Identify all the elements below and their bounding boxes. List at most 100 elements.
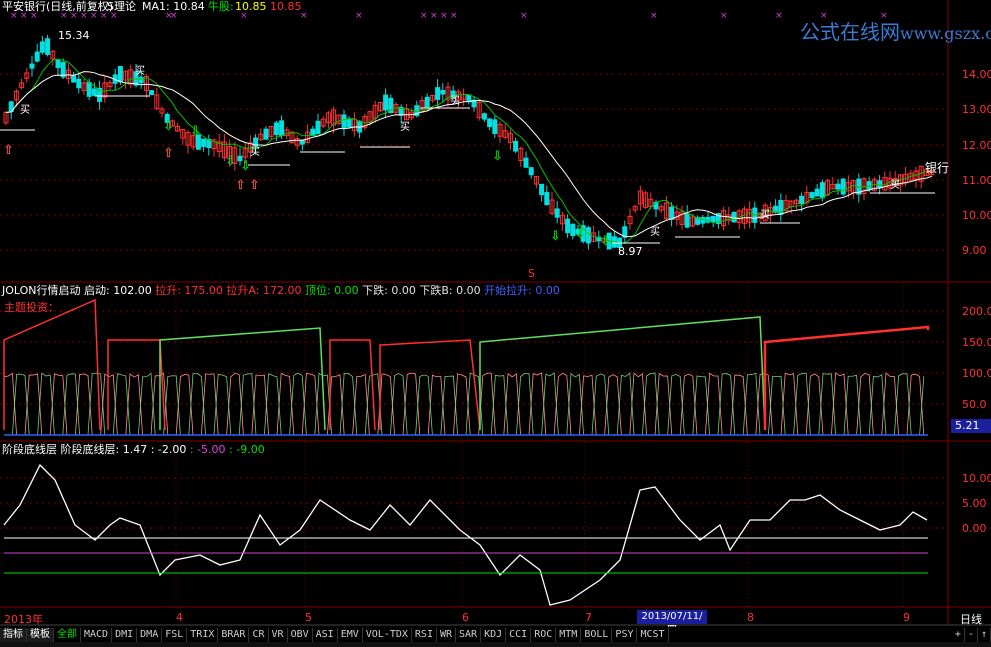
date-m9: 9 <box>903 611 910 624</box>
tab-wr[interactable]: WR <box>437 627 457 642</box>
watermark: 公式在线网www.gszx.cn <box>800 20 991 44</box>
price-axis-12: 12.00 <box>962 139 991 152</box>
nav-button-2[interactable]: ↑ <box>978 627 991 642</box>
tab-mtm[interactable]: MTM <box>556 627 582 642</box>
down-arrow-icon: ⇩ <box>240 159 251 174</box>
nav-button-0[interactable]: + <box>952 627 965 642</box>
panel2-item-2: 拉升A: 172.00 <box>222 284 302 297</box>
tab-fsl[interactable]: FSL <box>162 627 188 642</box>
buy-label: 买 <box>250 146 260 158</box>
bull-value-2: 10.85 <box>270 0 302 13</box>
panel3-axis-10: 10.00 <box>962 472 991 485</box>
period-label[interactable]: 日线 <box>960 611 982 627</box>
tab-dmi[interactable]: DMI <box>112 627 138 642</box>
tab-sar[interactable]: SAR <box>456 627 482 642</box>
candle-body <box>76 78 82 89</box>
candle-body <box>544 192 550 206</box>
date-year: 2013年 <box>4 613 43 626</box>
tab-psy[interactable]: PSY <box>612 627 638 642</box>
panel2-item-1: 拉升: 175.00 <box>151 284 223 297</box>
candle-body <box>117 65 123 83</box>
panel2-item-3: 顶位: 0.00 <box>301 284 359 297</box>
tab-dma[interactable]: DMA <box>137 627 163 642</box>
candle-body <box>45 38 51 55</box>
trend-line-2 <box>159 327 326 431</box>
candle-body <box>299 139 305 145</box>
panel2-item-4: 下跌: 0.00 <box>358 284 416 297</box>
candle-body <box>814 188 820 197</box>
panel2-name: JOLON行情启动 <box>2 284 81 297</box>
candle-body <box>310 128 316 137</box>
tab-trix[interactable]: TRIX <box>187 627 219 642</box>
down-arrow-icon: ⇩ <box>225 154 236 169</box>
candle-body <box>565 218 571 234</box>
tab-指标[interactable]: 指标 <box>0 627 27 642</box>
date-m7: 7 <box>585 611 592 624</box>
date-m5: 5 <box>305 611 312 624</box>
tab-macd[interactable]: MACD <box>81 627 113 642</box>
date-m8: 8 <box>747 611 754 624</box>
theory-label: S理论 <box>107 0 136 13</box>
tab-cci[interactable]: CCI <box>506 627 532 642</box>
candle-body <box>731 211 737 223</box>
buy-label: 买 <box>20 104 30 116</box>
tab-roc[interactable]: ROC <box>531 627 557 642</box>
tab-模板[interactable]: 模板 <box>27 627 54 642</box>
candle-body <box>684 213 690 228</box>
x-marker-icon: × <box>520 11 528 21</box>
panel2-header: JOLON行情启动 启动: 102.00 拉升: 175.00 拉升A: 172… <box>2 285 560 297</box>
candle-body <box>466 94 472 103</box>
candle-body <box>341 114 347 128</box>
candle-body <box>201 138 207 147</box>
buy-label: 买 <box>760 209 770 221</box>
tab-asi[interactable]: ASI <box>313 627 338 642</box>
tab-brar[interactable]: BRAR <box>218 627 250 642</box>
date-m6: 6 <box>462 611 469 624</box>
candle-body <box>138 76 144 84</box>
x-marker-icon: × <box>775 11 783 21</box>
panel2-item-0: 启动: 102.00 <box>84 284 152 297</box>
high-price-label: 15.34 <box>58 29 90 42</box>
low-price-label: 8.97 <box>618 245 643 258</box>
tab-kdj[interactable]: KDJ <box>481 627 507 642</box>
candle-body <box>34 51 40 62</box>
panel3-name: 阶段底线层 <box>2 443 57 456</box>
tab-vol-tdx[interactable]: VOL-TDX <box>363 627 412 642</box>
tab-boll[interactable]: BOLL <box>581 627 613 642</box>
buy-label: 买 <box>450 95 460 107</box>
candle-body <box>149 90 155 96</box>
x-marker-icon: × <box>450 11 458 21</box>
candle-body <box>440 89 446 95</box>
candle-body <box>492 119 498 134</box>
down-arrow-icon: ⇩ <box>492 149 503 164</box>
candle-body <box>55 59 61 69</box>
chart-canvas[interactable]: ⇧ ⇧⇧ ⇧⇩ ⇩⇩ ⇩⇩⇩ ⇩ ⇩× × × × × × × × × ×× × × × × × × × × × × × × ×买买买买… <box>0 0 991 647</box>
tab-rsi[interactable]: RSI <box>412 627 437 642</box>
panel3-axis-5: 5.00 <box>962 497 987 510</box>
candle-body <box>528 167 534 176</box>
chart-title: 平安银行(日线,前复权) <box>2 0 114 13</box>
candle-body <box>383 94 389 111</box>
s-marker: S <box>528 267 535 280</box>
tab-全部[interactable]: 全部 <box>54 627 81 642</box>
candle-body <box>315 120 321 135</box>
nav-button-1[interactable]: - <box>965 627 978 642</box>
candle-body <box>279 120 285 137</box>
candle-body <box>29 63 35 69</box>
tab-vr[interactable]: VR <box>269 627 288 642</box>
x-marker-icon: × <box>355 11 363 21</box>
candle-body <box>91 88 97 96</box>
tab-cr[interactable]: CR <box>249 627 269 642</box>
tab-obv[interactable]: OBV <box>288 627 313 642</box>
x-marker-icon: × <box>420 11 428 21</box>
candle-body <box>346 118 352 128</box>
tab-emv[interactable]: EMV <box>338 627 363 642</box>
candle-body <box>71 75 77 83</box>
bottom-line-series <box>3 463 928 606</box>
trend-line-4 <box>379 339 481 431</box>
theme-tag: 主题投资： <box>4 301 59 314</box>
x-marker-icon: × <box>720 11 728 21</box>
tab-mcst[interactable]: MCST <box>637 627 669 642</box>
panel3-item-3: : -9.00 <box>225 443 265 456</box>
candle-body <box>669 206 675 220</box>
